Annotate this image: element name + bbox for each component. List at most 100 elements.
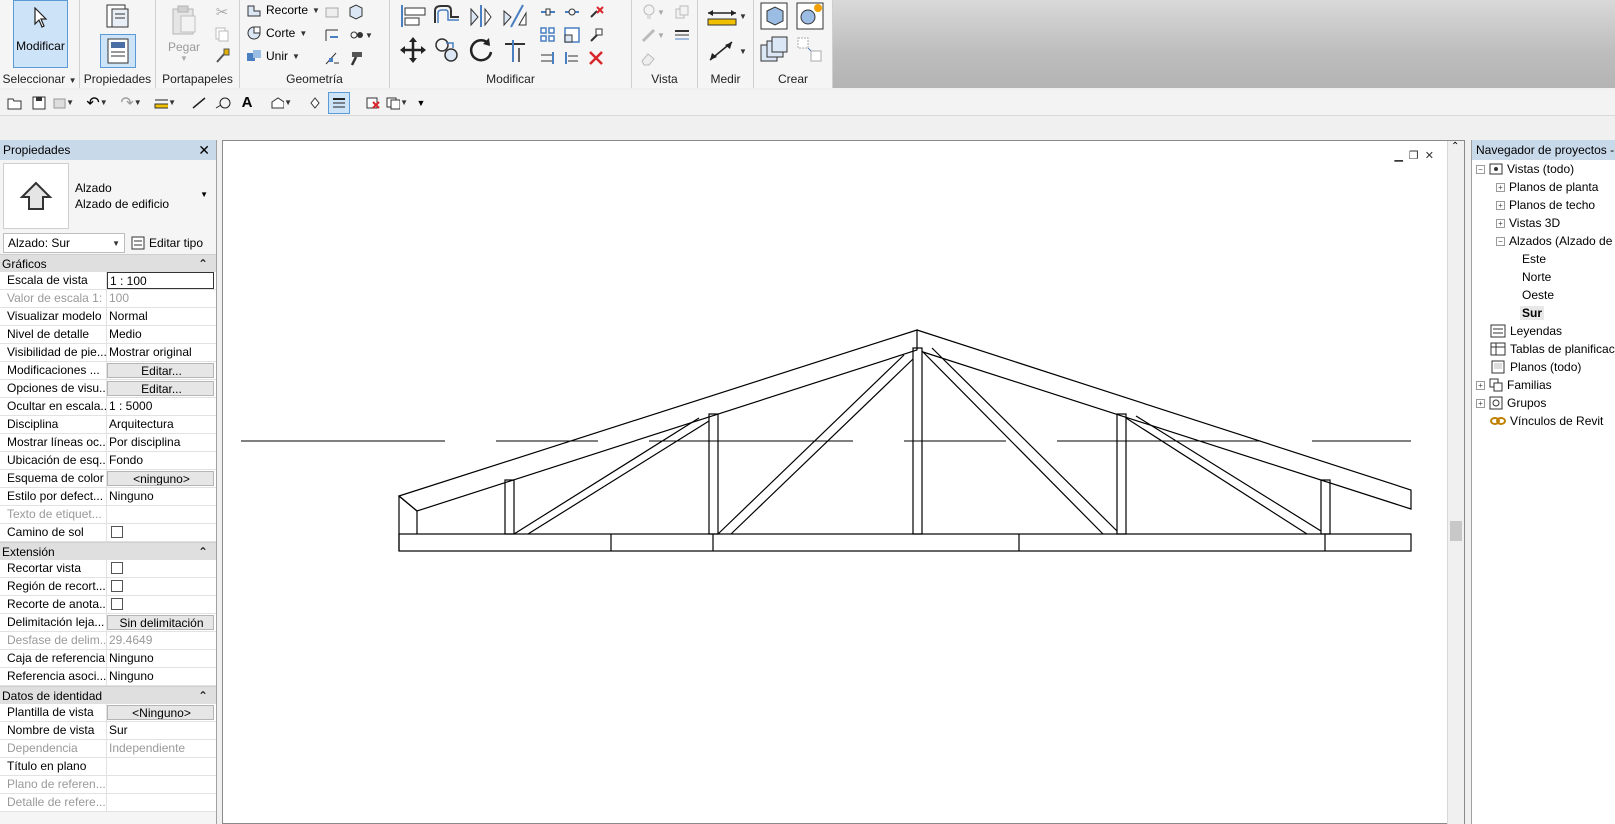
property-row[interactable]: Esquema de color <ninguno> [0, 470, 216, 488]
tree-elevation-west[interactable]: Oeste [1522, 286, 1554, 304]
property-row[interactable]: Visibilidad de pie... Mostrar original [0, 344, 216, 362]
expand-toggle-icon[interactable]: + [1476, 380, 1485, 390]
property-row[interactable]: Ubicación de esq... Fondo [0, 452, 216, 470]
property-row[interactable]: Disciplina Arquitectura [0, 416, 216, 434]
create-parts-button[interactable] [794, 0, 826, 32]
rotate-button[interactable] [466, 34, 496, 66]
properties-button[interactable] [100, 34, 136, 68]
sync-button[interactable]: ▼ [52, 92, 74, 114]
create-group-button[interactable] [758, 34, 790, 66]
property-row[interactable]: Recortar vista [0, 560, 216, 578]
mirror-draw-axis-button[interactable] [500, 2, 530, 30]
property-row[interactable]: Referencia asoci... Ninguno [0, 668, 216, 686]
property-value[interactable]: Ninguno [107, 488, 216, 505]
geometry-tool-2-button[interactable] [346, 2, 366, 22]
property-value[interactable]: 1 : 100 [107, 272, 214, 289]
property-checkbox[interactable] [107, 560, 216, 577]
property-value[interactable]: Medio [107, 326, 216, 343]
collapse-toggle-icon[interactable]: − [1496, 236, 1505, 246]
cut-button[interactable]: ✂ [212, 2, 232, 22]
tree-views-all[interactable]: − Vistas (todo) [1476, 160, 1574, 178]
property-row[interactable]: Escala de vista 1 : 100 [0, 272, 216, 290]
expand-toggle-icon[interactable]: + [1496, 200, 1505, 210]
property-row[interactable]: Título en plano [0, 758, 216, 776]
vertical-scrollbar[interactable]: ⌃ [1447, 141, 1464, 824]
linework-button[interactable]: ▼ [638, 25, 668, 45]
tree-ceiling-plans[interactable]: + Planos de techo [1496, 196, 1595, 214]
property-row[interactable]: Caja de referencia Ninguno [0, 650, 216, 668]
property-value[interactable]: Por disciplina [107, 434, 216, 451]
override-graphics-button[interactable] [672, 2, 692, 22]
checkbox[interactable] [111, 526, 123, 538]
group-extents[interactable]: Extensión ⌃ [0, 542, 216, 560]
align-button[interactable] [398, 2, 428, 30]
text-button[interactable]: A [236, 92, 258, 114]
property-row[interactable]: Camino de sol [0, 524, 216, 542]
offset-button[interactable] [432, 2, 462, 30]
delete-button[interactable] [586, 48, 606, 68]
expand-toggle-icon[interactable]: + [1496, 218, 1505, 228]
geometry-tool-4-button[interactable]: ▼ [346, 25, 376, 45]
tree-revit-links[interactable]: Vínculos de Revit [1490, 412, 1603, 430]
switch-windows-button[interactable]: ▼ [386, 92, 408, 114]
property-value[interactable]: Arquitectura [107, 416, 216, 433]
property-row[interactable]: Opciones de visu... Editar... [0, 380, 216, 398]
checkbox[interactable] [111, 598, 123, 610]
tree-elevations[interactable]: − Alzados (Alzado de [1496, 232, 1612, 250]
property-value[interactable]: Mostrar original [107, 344, 216, 361]
property-button[interactable]: Editar... [107, 363, 214, 378]
tree-sheets[interactable]: Planos (todo) [1490, 358, 1581, 376]
property-row[interactable]: Plantilla de vista <Ninguno> [0, 704, 216, 722]
property-row[interactable]: Nombre de vista Sur [0, 722, 216, 740]
property-checkbox[interactable] [107, 578, 216, 595]
property-checkbox[interactable] [107, 524, 216, 541]
geometry-tool-3-button[interactable] [322, 25, 342, 45]
view-instance-select[interactable]: Alzado: Sur ▼ [3, 233, 125, 253]
tree-floor-plans[interactable]: + Planos de planta [1496, 178, 1598, 196]
property-value[interactable] [107, 758, 216, 775]
property-row[interactable]: Recorte de anota... [0, 596, 216, 614]
scale-button[interactable] [562, 25, 582, 45]
undo-button[interactable]: ↶ ▼ [86, 92, 108, 114]
redo-button[interactable]: ↷ ▼ [120, 92, 142, 114]
match-properties-button[interactable] [212, 46, 232, 66]
measure-button[interactable]: ▼ [702, 2, 750, 30]
scrollbar-thumb[interactable] [1450, 521, 1462, 541]
paste-button[interactable]: Pegar ▼ [166, 2, 202, 64]
scroll-up-icon[interactable]: ⌃ [1451, 141, 1459, 152]
copy-element-button[interactable] [432, 34, 462, 66]
property-row[interactable]: Mostrar líneas oc... Por disciplina [0, 434, 216, 452]
thin-lines-qat-button[interactable] [328, 91, 350, 114]
edit-type-button[interactable]: Editar tipo [131, 236, 203, 250]
property-row[interactable]: Valor de escala 1: 100 [0, 290, 216, 308]
aligned-dimension-qat-button[interactable] [188, 92, 210, 114]
tag-button[interactable] [212, 92, 234, 114]
property-value[interactable]: 1 : 5000 [107, 398, 216, 415]
create-assembly-button[interactable] [758, 0, 790, 32]
cope-button[interactable]: Recorte ▼ [246, 2, 320, 18]
customize-qat-button[interactable]: ▼ [410, 92, 432, 114]
type-selector[interactable]: Alzado Alzado de edificio ▼ [0, 160, 216, 232]
pin-button[interactable] [586, 25, 606, 45]
geometry-tool-6-button[interactable] [346, 48, 366, 68]
join-button[interactable]: Unir ▼ [246, 48, 300, 64]
hide-button[interactable]: ▼ [638, 2, 668, 22]
paint-button[interactable] [638, 48, 658, 68]
property-value[interactable]: Ninguno [107, 668, 216, 685]
cut-geometry-button[interactable]: Corte ▼ [246, 25, 307, 41]
tree-3d-views[interactable]: + Vistas 3D [1496, 214, 1560, 232]
property-row[interactable]: Texto de etiquet... [0, 506, 216, 524]
property-row[interactable]: Visualizar modelo Normal [0, 308, 216, 326]
tree-groups[interactable]: + Grupos [1476, 394, 1546, 412]
tree-families[interactable]: + Familias [1476, 376, 1552, 394]
array-button[interactable] [538, 25, 558, 45]
tree-elevation-south[interactable]: Sur [1520, 304, 1545, 322]
property-button[interactable]: Editar... [107, 381, 214, 396]
drawing-area[interactable]: ▁ ❐ ✕ ⌃ [222, 140, 1465, 824]
trim-multiple-button[interactable] [562, 48, 582, 68]
property-button[interactable]: <Ninguno> [107, 705, 214, 720]
type-properties-button[interactable] [100, 2, 136, 30]
trim-single-button[interactable] [538, 48, 558, 68]
mirror-pick-axis-button[interactable] [466, 2, 496, 30]
modify-button[interactable]: Modificar [13, 0, 68, 68]
